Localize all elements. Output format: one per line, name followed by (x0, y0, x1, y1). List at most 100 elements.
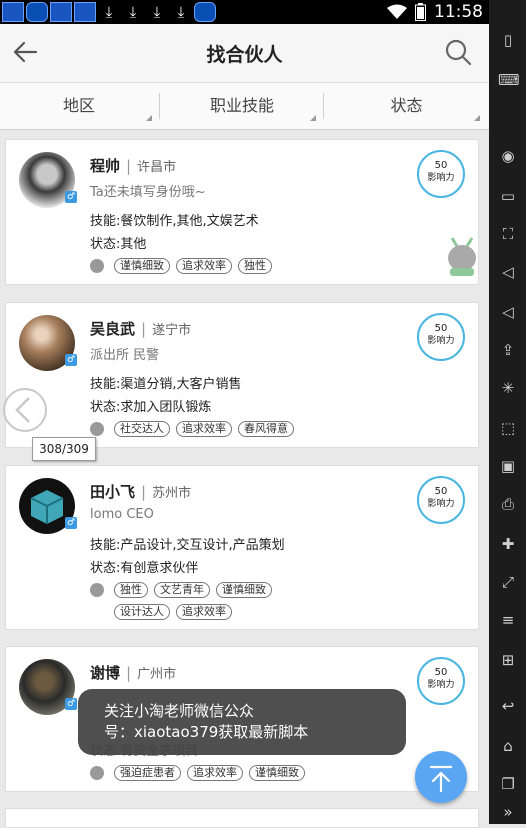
tag-icon (90, 766, 104, 780)
tag-row: 强迫症患者 追求效率 谨慎细致 (90, 765, 305, 781)
tag-icon (90, 583, 104, 597)
more-icon[interactable]: » (498, 802, 518, 822)
influence-badge: 50 影响力 (417, 313, 465, 361)
gender-male-icon: ♂ (65, 191, 77, 203)
user-status: 状态:有创意求伙伴 (90, 561, 199, 576)
clock: 11:58 (434, 2, 483, 22)
gender-male-icon: ♂ (65, 354, 77, 366)
loading-icon[interactable]: ✳ (498, 378, 518, 398)
tag: 社交达人 (114, 421, 170, 437)
tag: 强迫症患者 (114, 765, 181, 781)
location-icon[interactable]: ◉ (498, 146, 518, 166)
separator: | (141, 320, 147, 338)
name-line: 吴良武 | 遂宁市 (90, 318, 191, 339)
record-icon[interactable]: ▣ (498, 456, 518, 476)
nav-recents-icon[interactable]: ❐ (498, 774, 518, 794)
tag: 谨慎细致 (114, 258, 170, 274)
menu-icon[interactable]: ≡ (498, 610, 518, 630)
screenshot-icon[interactable]: ⬚ (498, 418, 518, 438)
tag-row: 谨慎细致 追求效率 独性 (90, 258, 272, 274)
influence-value: 50 (434, 160, 448, 171)
partner-card[interactable]: ♂ 田小飞 | 苏州市 lomo CEO 技能:产品设计,交互设计,产品策划 状态:… (5, 465, 479, 630)
user-city: 苏州市 (152, 486, 192, 501)
tag: 文艺青年 (154, 582, 210, 598)
app-notification-icon (74, 2, 96, 22)
toast-message: 关注小淘老师微信公众 号：xiaotao379获取最新脚本 (78, 689, 406, 755)
dropdown-triangle-icon (310, 115, 316, 121)
partner-card[interactable]: ♂ 程帅 | 许昌市 Ta还未填写身份哦~ 技能:餐饮制作,其他,文娱艺术 状态:其… (5, 139, 479, 285)
user-subtitle: Ta还未填写身份哦~ (90, 185, 206, 200)
tag: 设计达人 (114, 604, 170, 620)
gamepad-icon[interactable]: ✚ (498, 534, 518, 554)
influence-value: 50 (434, 486, 448, 497)
app-notification-icon (194, 2, 216, 22)
separator: | (126, 664, 132, 682)
user-subtitle: lomo CEO (90, 507, 154, 522)
tag: 追求效率 (187, 765, 243, 781)
emulator-toolbar: ▯ ⌨ ◉ ▭ ⛶ ◁ ◁ ⇪ ✳ ⬚ ▣ ⎙ ✚ ⤢ ≡ ⊞ ↩ ⌂ ❐ » (489, 0, 526, 824)
user-subtitle: 派出所 民警 (90, 348, 160, 363)
volume-down-icon[interactable]: ◁ (498, 302, 518, 322)
scroll-to-top-button[interactable] (415, 751, 467, 803)
tag-row: 社交达人 追求效率 春风得意 (90, 421, 294, 437)
name-line: 田小飞 | 苏州市 (90, 481, 191, 502)
volume-up-icon[interactable]: ◁ (498, 262, 518, 282)
user-skills: 技能:产品设计,交互设计,产品策划 (90, 538, 285, 553)
user-status: 状态:求加入团队锻炼 (90, 400, 212, 415)
page-counter: 308/309 (32, 437, 96, 461)
user-skills: 技能:餐饮制作,其他,文娱艺术 (90, 214, 259, 229)
search-icon[interactable] (444, 38, 472, 66)
screen-icon[interactable]: ▭ (498, 186, 518, 206)
tag: 谨慎细致 (249, 765, 305, 781)
dropdown-triangle-icon (474, 115, 480, 121)
filter-skill[interactable]: 职业技能 (160, 83, 324, 129)
previous-page-button[interactable] (3, 388, 47, 432)
tag-row: 设计达人 追求效率 (114, 604, 232, 620)
user-name: 吴良武 (90, 320, 136, 338)
tag: 独性 (238, 258, 272, 274)
dropdown-triangle-icon (146, 115, 152, 121)
floating-assistant-icon[interactable] (444, 234, 480, 276)
tag: 追求效率 (176, 421, 232, 437)
battery-icon (415, 3, 426, 21)
influence-badge: 50 影响力 (417, 657, 465, 705)
app-notification-icon (2, 2, 24, 22)
filter-bar: 地区 职业技能 状态 (0, 83, 489, 130)
filter-region-label: 地区 (62, 96, 95, 115)
page-title: 找合伙人 (206, 44, 283, 66)
keyboard-icon[interactable]: ⌨ (498, 70, 520, 90)
download-icon: ⤓ (153, 3, 161, 21)
arrow-up-icon (429, 765, 453, 793)
app-header: 找合伙人 (0, 24, 489, 83)
name-line: 谢博 | 广州市 (90, 662, 176, 683)
user-skills: 技能:渠道分销,大客户销售 (90, 377, 242, 392)
app-notification-icon (50, 2, 72, 22)
printer-icon[interactable]: ⎙ (498, 494, 518, 514)
filter-region[interactable]: 地区 (0, 83, 158, 129)
partner-card[interactable] (5, 808, 479, 828)
filter-status[interactable]: 状态 (324, 83, 489, 129)
download-icon: ⤓ (177, 3, 185, 21)
multiwindow-icon[interactable]: ⊞ (498, 650, 518, 670)
shake-icon[interactable]: ▯ (498, 30, 518, 50)
tag-row: 独性 文艺青年 谨慎细致 (90, 582, 272, 598)
tag: 追求效率 (176, 604, 232, 620)
user-status: 状态:其他 (90, 237, 147, 252)
user-city: 广州市 (137, 667, 177, 682)
toast-line-1: 关注小淘老师微信公众 (104, 702, 255, 720)
expand-icon[interactable]: ⤢ (498, 572, 518, 592)
influence-badge: 50 影响力 (417, 476, 465, 524)
nav-home-icon[interactable]: ⌂ (498, 736, 518, 756)
download-icon: ⤓ (105, 3, 113, 21)
wifi-icon (387, 4, 407, 19)
user-city: 许昌市 (137, 160, 177, 175)
tag-icon (90, 422, 104, 436)
partner-card[interactable]: ♂ 吴良武 | 遂宁市 派出所 民警 技能:渠道分销,大客户销售 状态:求加入团队锻… (5, 302, 479, 448)
fullscreen-icon[interactable]: ⛶ (498, 224, 518, 244)
influence-value: 50 (434, 667, 448, 678)
user-name: 谢博 (90, 664, 121, 682)
tag: 独性 (114, 582, 148, 598)
nav-back-icon[interactable]: ↩ (498, 696, 518, 716)
apk-install-icon[interactable]: ⇪ (498, 340, 518, 360)
user-name: 田小飞 (90, 483, 136, 501)
